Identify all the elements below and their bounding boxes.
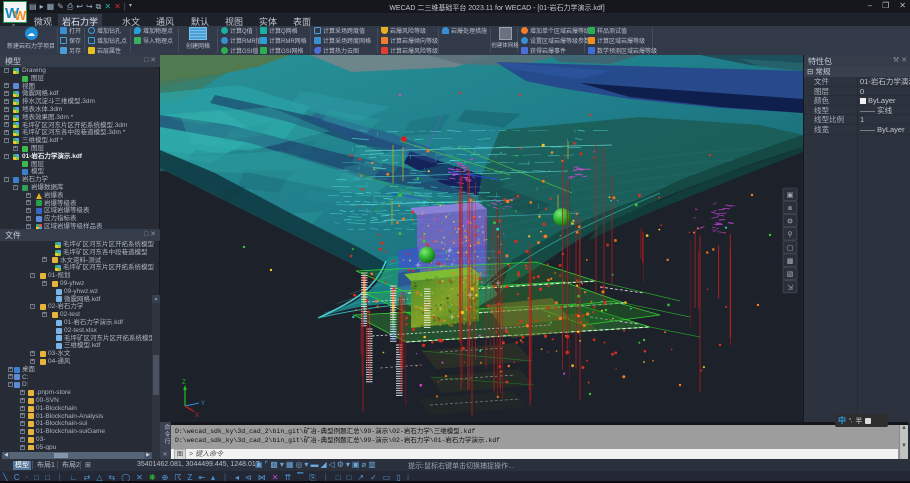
svg-text:⚲: ⚲ — [787, 231, 792, 239]
svg-text:▧: ▧ — [787, 271, 794, 278]
svg-text:⇲: ⇲ — [787, 283, 793, 291]
svg-text:▩: ▩ — [787, 258, 794, 265]
svg-text:Z: Z — [182, 380, 186, 386]
svg-text:▢: ▢ — [787, 245, 794, 252]
svg-text:⚙: ⚙ — [787, 217, 793, 225]
svg-text:X: X — [195, 413, 199, 419]
svg-text:Y: Y — [201, 401, 205, 407]
svg-text:⧈: ⧈ — [788, 205, 793, 212]
svg-text:▣: ▣ — [787, 192, 794, 199]
